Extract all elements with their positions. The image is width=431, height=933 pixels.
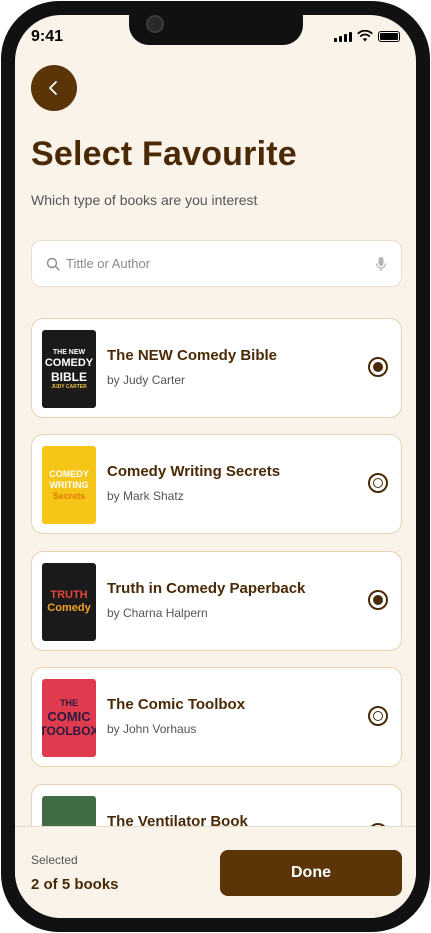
cover-text: JUDY CARTER	[51, 383, 87, 390]
cover-text: WRITING	[49, 479, 89, 490]
cover-text: TRUTH	[50, 589, 88, 601]
book-author: by Judy Carter	[107, 373, 186, 387]
wifi-icon	[357, 30, 373, 42]
book-author: by Charna Halpern	[107, 606, 208, 620]
radio-button[interactable]	[368, 357, 388, 377]
book-title: Truth in Comedy Paperback	[107, 580, 306, 597]
radio-unselected-ring	[373, 711, 383, 721]
search-icon	[46, 257, 60, 271]
book-card[interactable]: COMEDY WRITING Secrets Comedy Writing Secr…	[31, 434, 402, 534]
cover-text: COMEDY	[44, 356, 94, 369]
search-bar[interactable]	[31, 240, 402, 287]
radio-button[interactable]	[368, 590, 388, 610]
page-title: Select Favourite	[31, 135, 297, 173]
status-time: 9:41	[31, 28, 64, 45]
page-subtitle: Which type of books are you interest	[31, 192, 258, 208]
search-input[interactable]	[66, 256, 375, 271]
book-cover-image: THE COMIC TOOLBOX	[42, 679, 96, 757]
book-cover-image: TRUTH Comedy	[42, 563, 96, 641]
cover-text: BIBLE	[51, 369, 87, 384]
cover-text: Comedy	[47, 602, 91, 614]
cover-text: THE NEW	[52, 348, 86, 356]
microphone-icon[interactable]	[375, 256, 387, 272]
chevron-left-icon	[49, 81, 57, 95]
book-card[interactable]: THE COMIC TOOLBOX The Comic Toolbox by Joh…	[31, 667, 402, 767]
book-title: Comedy Writing Secrets	[107, 463, 281, 480]
book-card[interactable]: THE NEW COMEDY BIBLE JUDY CARTER The NEW Co…	[31, 318, 402, 418]
book-title: The Comic Toolbox	[107, 696, 246, 713]
radio-button[interactable]	[368, 473, 388, 493]
book-title: The NEW Comedy Bible	[107, 347, 278, 364]
app-screen: 9:41 Select Favourite Which type of book…	[15, 15, 416, 918]
status-icons	[334, 30, 400, 42]
camera	[146, 15, 164, 33]
selection-footer: Selected 2 of 5 books Done	[15, 826, 416, 918]
book-card[interactable]: TRUTH Comedy Truth in Comedy Paperback by…	[31, 551, 402, 651]
cover-text: COMEDY	[49, 468, 89, 479]
book-cover-image: COMEDY WRITING Secrets	[42, 446, 96, 524]
book-cover-image: THE NEW COMEDY BIBLE JUDY CARTER	[42, 330, 96, 408]
radio-button[interactable]	[368, 706, 388, 726]
battery-icon	[378, 31, 400, 42]
book-author: by John Vorhaus	[107, 722, 197, 736]
signal-icon	[334, 32, 352, 42]
cover-text: Secrets	[52, 490, 86, 501]
cover-text: COMIC	[47, 709, 91, 724]
cover-text: TOOLBOX	[42, 724, 96, 738]
selected-label: Selected	[31, 853, 78, 867]
done-button[interactable]: Done	[220, 850, 402, 896]
selected-count: 2 of 5 books	[31, 876, 119, 893]
book-author: by Mark Shatz	[107, 489, 184, 503]
radio-selected-dot	[373, 595, 383, 605]
cover-text: THE	[60, 698, 78, 708]
back-button[interactable]	[31, 65, 77, 111]
phone-frame: 9:41 Select Favourite Which type of book…	[1, 1, 430, 932]
radio-unselected-ring	[373, 478, 383, 488]
radio-selected-dot	[373, 362, 383, 372]
